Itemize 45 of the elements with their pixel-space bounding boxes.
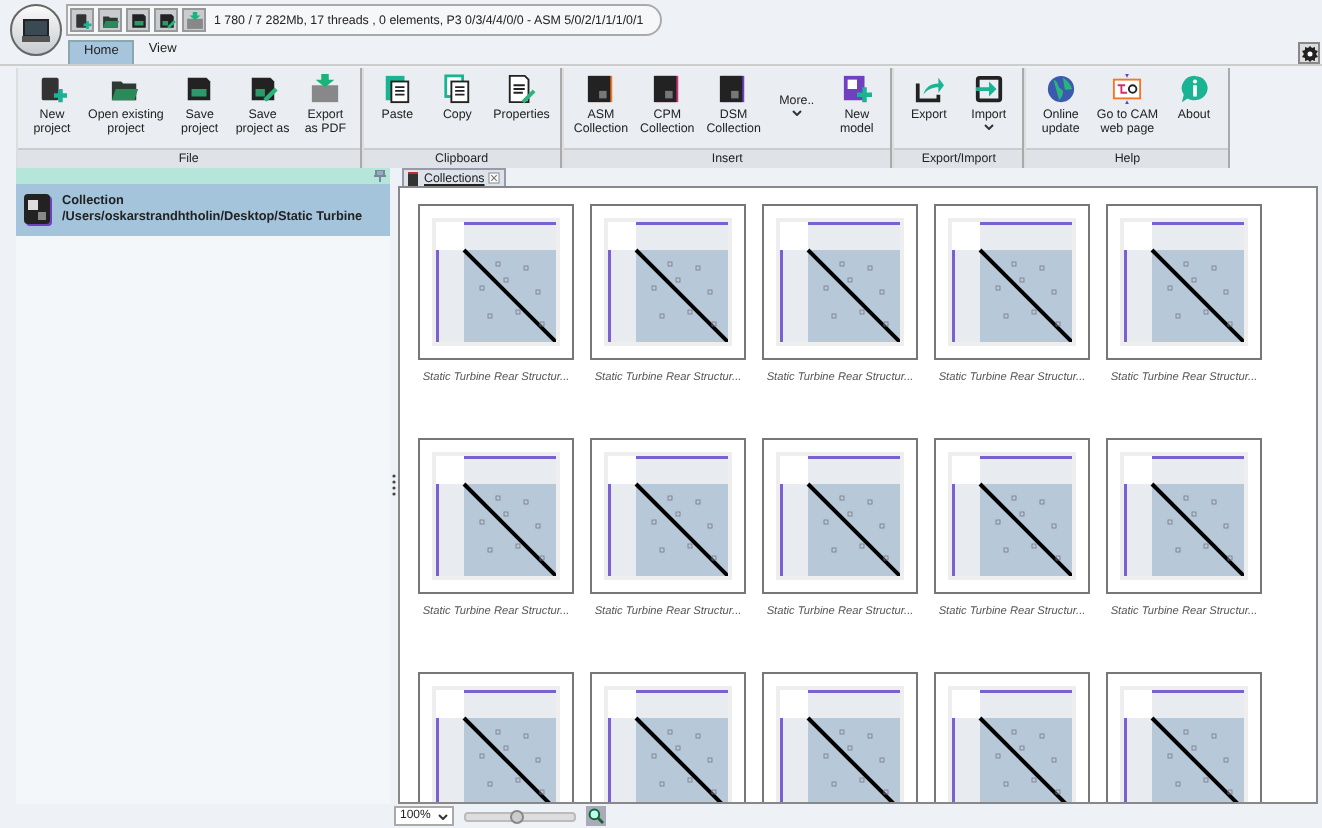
document-plus-icon[interactable] <box>70 8 94 32</box>
dsm-thumbnail-drawing[interactable] <box>934 438 1090 594</box>
export-arrow-icon <box>913 74 944 104</box>
floppy-disk-pencil-icon[interactable] <box>154 8 178 32</box>
dsm-document-icon <box>22 194 54 226</box>
asm-document-icon <box>585 74 616 104</box>
dsm-thumbnail-drawing[interactable] <box>934 204 1090 360</box>
document-plus-icon <box>37 74 67 104</box>
dsm-thumbnail-drawing[interactable] <box>762 204 918 360</box>
info-icon <box>1179 74 1209 104</box>
close-icon[interactable] <box>488 172 501 184</box>
web-page-icon <box>1112 74 1143 104</box>
settings-icon[interactable] <box>1298 42 1320 64</box>
copy-icon <box>442 74 473 104</box>
document-plus-icon <box>841 74 872 104</box>
floppy-disk-pencil-icon <box>247 74 278 104</box>
dsm-thumbnail-drawing[interactable] <box>590 204 746 360</box>
resize-handle-icon[interactable] <box>392 474 396 498</box>
globe-icon <box>1045 74 1076 104</box>
computer-icon <box>22 18 50 42</box>
floppy-disk-icon[interactable] <box>126 8 150 32</box>
dsm-thumbnail-drawing[interactable] <box>418 204 574 360</box>
dsm-thumbnail-drawing[interactable] <box>1106 438 1262 594</box>
slider-thumb[interactable] <box>509 809 524 823</box>
dsm-thumbnail-drawing[interactable] <box>1106 672 1262 802</box>
pin-icon[interactable] <box>374 170 386 182</box>
dsm-thumbnail-drawing[interactable] <box>590 438 746 594</box>
dsm-thumbnail-drawing[interactable] <box>1106 204 1262 360</box>
app-menu-button[interactable] <box>10 4 62 56</box>
caret-icon <box>438 814 449 820</box>
collection-icon <box>408 171 420 185</box>
zoom-slider[interactable] <box>464 811 577 821</box>
dsm-thumbnail-drawing[interactable] <box>418 672 574 802</box>
folder-icon[interactable] <box>98 8 122 32</box>
dsm-thumbnail-drawing[interactable] <box>418 438 574 594</box>
document-pencil-icon <box>506 74 537 104</box>
dsm-thumbnail-drawing[interactable] <box>762 438 918 594</box>
clipboard-icon <box>382 74 413 104</box>
dsm-thumbnail-drawing[interactable] <box>934 672 1090 802</box>
zoom-button[interactable] <box>586 806 607 826</box>
dsm-thumbnail-drawing[interactable] <box>762 672 918 802</box>
cpm-document-icon <box>652 74 683 104</box>
dsm-document-icon <box>718 74 749 104</box>
dsm-thumbnail-drawing[interactable] <box>590 672 746 802</box>
pdf-file-icon <box>310 74 341 104</box>
